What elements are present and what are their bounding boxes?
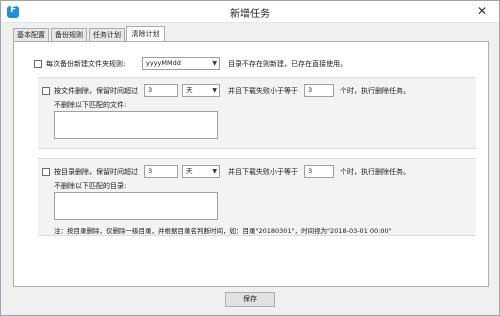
dir-suffix-label: 个时，执行删除任务。 [340,168,410,176]
title-bar[interactable]: 新增任务 ✕ [1,1,499,23]
window-title: 新增任务 [230,9,270,20]
save-button[interactable]: 保存 [225,292,275,307]
dir-delete-section: 按目录删除，保留时间超过 3 天 ▼ 并且下载失败小于等于 3 个时，执行删除任… [38,158,476,236]
tab-panel-cleanup: 每次备份新建文件夹规则: yyyyMMdd ▼ 目录不存在则新建，已存在直接使用… [13,41,489,287]
folder-rule-select[interactable]: yyyyMMdd ▼ [142,57,220,70]
file-days-input[interactable]: 3 [144,84,178,97]
folder-rule-checkbox[interactable] [34,60,42,68]
dir-delete-label: 按目录删除，保留时间超过 [54,168,138,176]
folder-rule-label: 每次备份新建文件夹规则: [46,60,126,68]
chevron-down-icon: ▼ [212,60,217,67]
folder-rule-value: yyyyMMdd [146,59,181,67]
dir-count-input[interactable]: 3 [304,165,334,178]
dir-count-label: 并且下载失败小于等于 [228,168,298,176]
dir-delete-note: 注：按目录删除，仅删除一级目录，并根据目录名判断时间，如：目录"20180301… [54,227,392,235]
dir-unit-value: 天 [186,167,193,175]
close-icon[interactable]: ✕ [471,3,493,20]
file-unit-value: 天 [186,86,193,94]
file-exclude-textarea[interactable] [54,111,218,139]
file-unit-select[interactable]: 天 ▼ [182,84,220,97]
tab-basic-config[interactable]: 基本配置 [13,28,49,42]
tab-backup-rules[interactable]: 备份规则 [51,28,87,42]
file-exclude-label: 不删除以下匹配的文件: [54,101,127,109]
file-count-input[interactable]: 3 [304,84,334,97]
folder-rule-hint: 目录不存在则新建，已存在直接使用。 [228,60,347,68]
dir-unit-select[interactable]: 天 ▼ [182,165,220,178]
file-delete-section: 按文件删除，保留时间超过 3 天 ▼ 并且下载失败小于等于 3 个时，执行删除任… [38,77,476,149]
file-suffix-label: 个时，执行删除任务。 [340,87,410,95]
chevron-down-icon: ▼ [212,87,217,94]
dir-exclude-textarea[interactable] [54,192,218,220]
file-count-label: 并且下载失败小于等于 [228,87,298,95]
dir-days-input[interactable]: 3 [144,165,178,178]
file-delete-checkbox[interactable] [42,87,50,95]
tab-task-schedule[interactable]: 任务计划 [89,28,125,42]
dir-delete-checkbox[interactable] [42,168,50,176]
dialog-window: 新增任务 ✕ 基本配置 备份规则 任务计划 清除计划 每次备份新建文件夹规则: … [0,0,500,316]
dir-exclude-label: 不删除以下匹配的目录: [54,182,127,190]
chevron-down-icon: ▼ [212,168,217,175]
file-delete-label: 按文件删除，保留时间超过 [54,87,138,95]
